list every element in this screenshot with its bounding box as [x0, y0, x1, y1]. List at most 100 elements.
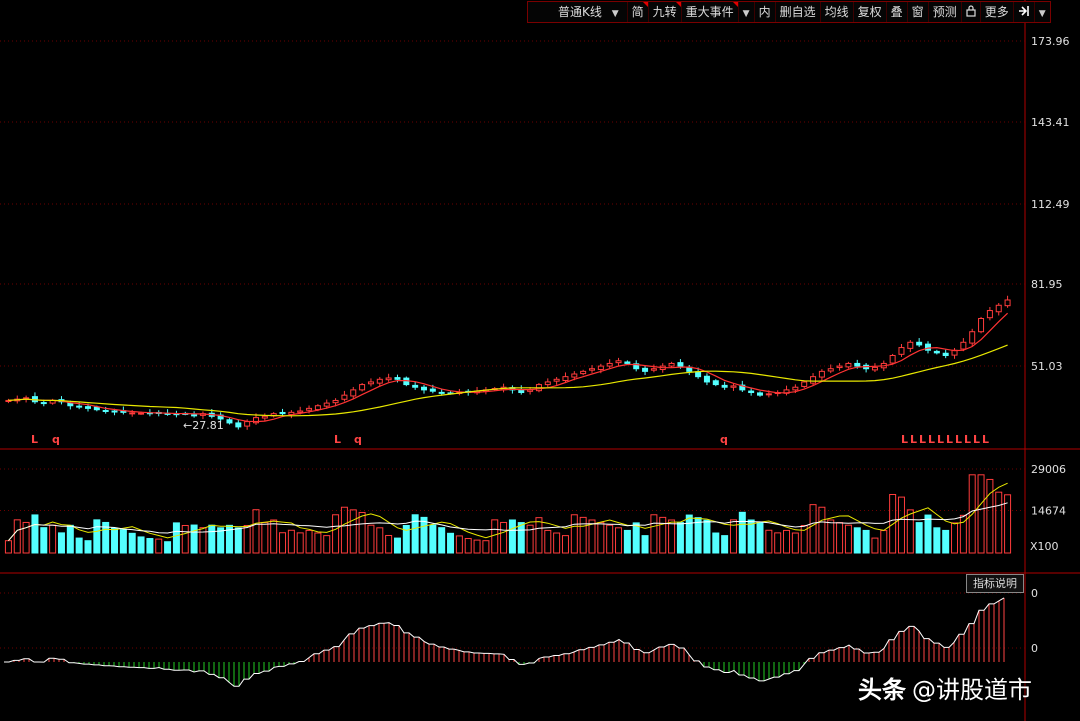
lock-button[interactable] [962, 2, 981, 22]
volume-bar [208, 524, 216, 554]
major-events-button[interactable]: 重大事件 [682, 2, 739, 22]
delete-watchlist-button[interactable]: 删自选 [776, 2, 821, 22]
signal-mark: L [31, 433, 38, 446]
stock-chart-window: ←27.81 Lq Lq q L L L L L L L L L L 173.96 143.41 112.49… [0, 0, 1080, 721]
candle-body [580, 370, 587, 375]
candle-body [111, 410, 118, 413]
volume-bar [995, 491, 1003, 554]
chevron-down-icon: ▼ [742, 9, 750, 19]
volume-bar [561, 535, 569, 554]
signal-mark: L [946, 433, 953, 446]
watermark-account: @讲股道市 [912, 676, 1032, 704]
candle-body [757, 392, 763, 396]
volume-bar [287, 529, 295, 554]
candle-body [721, 384, 728, 388]
candle-body [102, 409, 109, 412]
candlestick-panel: ←27.81L q Lq q L L L L L L L L L L [5, 295, 1011, 446]
volume-bar [393, 537, 401, 554]
kline-type-dropdown[interactable]: 普通K线 ▼ [528, 2, 628, 22]
inner-button[interactable]: 内 [755, 2, 776, 22]
toolbar-more-dropdown[interactable]: ▼ [1035, 2, 1050, 22]
candle-body [933, 350, 940, 354]
candle-body [350, 389, 357, 397]
candle-body [615, 360, 622, 364]
volume-bar [641, 535, 649, 554]
ma-long-line [8, 344, 1008, 417]
exit-button[interactable] [1014, 2, 1035, 22]
volume-bar [155, 538, 163, 554]
candle-body [226, 419, 233, 424]
candle-body [244, 421, 251, 427]
volume-bar [942, 529, 950, 554]
volume-bar [270, 519, 278, 554]
candle-body [332, 399, 339, 404]
candle-body [376, 378, 383, 384]
candle-body [810, 376, 817, 384]
candle-body [854, 362, 861, 367]
volume-bar [473, 539, 481, 554]
restore-rights-button[interactable]: 复权 [854, 2, 887, 22]
candle-body [827, 368, 834, 372]
candle-body [898, 347, 905, 355]
ma-lines-button[interactable]: 均线 [821, 2, 854, 22]
candle-body [421, 386, 427, 391]
overlay-button[interactable]: 叠 [887, 2, 908, 22]
volume-panel [4, 474, 1012, 554]
candle-body [235, 422, 242, 428]
candle-body [730, 385, 737, 388]
volume-bar [880, 530, 888, 554]
candle-body [571, 373, 578, 378]
major-events-dropdown[interactable]: ▼ [739, 2, 755, 22]
simple-button[interactable]: 简 [628, 2, 649, 22]
volume-bar [261, 521, 269, 554]
volume-bar [862, 529, 870, 554]
volume-bar [49, 524, 57, 554]
volume-bar [491, 519, 499, 554]
volume-bar [871, 537, 879, 554]
chevron-down-icon: ▼ [611, 9, 619, 19]
forecast-button[interactable]: 预测 [929, 2, 962, 22]
more-button[interactable]: 更多 [981, 2, 1014, 22]
volume-bar [668, 519, 676, 554]
volume-bar [632, 522, 640, 554]
candle-body [606, 362, 613, 367]
candle-body [138, 412, 145, 415]
candle-body [792, 386, 799, 391]
volume-tick-label: 14674 [1031, 505, 1066, 518]
price-tick-label: 112.49 [1031, 198, 1070, 211]
window-button[interactable]: 窗 [908, 2, 929, 22]
candle-body [40, 402, 47, 405]
candle-body [818, 370, 825, 378]
volume-bar [234, 527, 242, 554]
volume-bar [385, 534, 393, 554]
signal-mark: L [937, 433, 944, 446]
candle-body [93, 406, 100, 411]
candle-body [650, 368, 657, 371]
volume-bar [853, 527, 861, 554]
chart-canvas[interactable]: ←27.81L q Lq q L L L L L L L L L L 173.96143.41112.49… [0, 0, 1080, 721]
candle-body [668, 362, 675, 367]
volume-bar [606, 524, 614, 554]
candle-body [986, 310, 993, 319]
volume-bar [579, 516, 587, 554]
candle-body [76, 405, 83, 408]
candle-body [359, 384, 366, 391]
volume-bar [897, 496, 905, 554]
signal-mark: L [982, 433, 989, 446]
indicator-line [4, 597, 1005, 687]
volume-bar [66, 524, 74, 554]
volume-bar [119, 529, 127, 554]
volume-bar [146, 538, 154, 554]
candle-body [129, 412, 136, 415]
price-tick-label: 51.03 [1031, 360, 1063, 373]
volume-bar [181, 524, 189, 554]
candle-body [429, 388, 436, 392]
candle-body [978, 317, 985, 333]
volume-bar [738, 511, 746, 554]
volume-bar [906, 509, 914, 554]
nine-turn-button[interactable]: 九转 [649, 2, 682, 22]
indicator-description-button[interactable]: 指标说明 [966, 574, 1024, 593]
volume-bar [818, 506, 826, 554]
volume-bar [367, 524, 375, 554]
price-tick-label: 143.41 [1031, 116, 1070, 129]
